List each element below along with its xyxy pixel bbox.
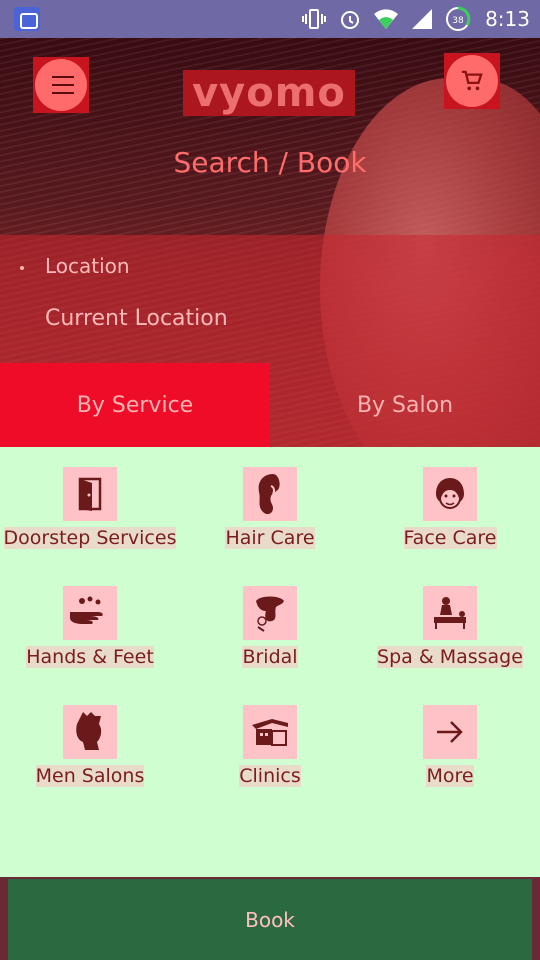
cell-signal-icon <box>409 6 435 32</box>
hamburger-icon <box>35 59 87 111</box>
wifi-icon <box>373 6 399 32</box>
clock: 8:13 <box>485 7 530 31</box>
cart-button[interactable] <box>444 53 500 109</box>
spa-massage-icon <box>423 586 477 640</box>
service-hands-feet[interactable]: Hands & Feet <box>0 566 180 685</box>
page-title: Search / Book <box>173 146 367 179</box>
service-grid: Doorstep Services Hair Care Face Care Ha… <box>0 447 540 877</box>
service-bridal[interactable]: Bridal <box>180 566 360 685</box>
service-spa-massage[interactable]: Spa & Massage <box>360 566 540 685</box>
battery-icon: 38 <box>445 6 471 32</box>
service-label: Face Care <box>403 527 497 549</box>
tab-by-service[interactable]: By Service <box>0 363 270 447</box>
service-label: Bridal <box>242 646 298 668</box>
alarm-icon <box>337 6 363 32</box>
arrow-right-icon <box>423 705 477 759</box>
service-face-care[interactable]: Face Care <box>360 447 540 566</box>
service-label: Clinics <box>239 765 301 787</box>
bullet-icon <box>20 266 24 270</box>
clinic-icon <box>243 705 297 759</box>
service-label: Doorstep Services <box>3 527 177 549</box>
service-label: More <box>426 765 474 787</box>
vibrate-icon <box>301 6 327 32</box>
hands-feet-icon <box>63 586 117 640</box>
cart-icon <box>446 55 498 107</box>
battery-level: 38 <box>452 16 464 26</box>
tab-by-salon[interactable]: By Salon <box>270 363 540 447</box>
menu-button[interactable] <box>33 57 89 113</box>
service-label: Men Salons <box>35 765 145 787</box>
book-button[interactable]: Book <box>0 877 540 960</box>
service-men-salons[interactable]: Men Salons <box>0 685 180 804</box>
hair-care-icon <box>243 467 297 521</box>
service-label: Hands & Feet <box>26 646 154 668</box>
service-doorstep[interactable]: Doorstep Services <box>0 447 180 566</box>
service-clinics[interactable]: Clinics <box>180 685 360 804</box>
face-care-icon <box>423 467 477 521</box>
service-hair-care[interactable]: Hair Care <box>180 447 360 566</box>
service-more[interactable]: More <box>360 685 540 804</box>
service-label: Spa & Massage <box>377 646 523 668</box>
service-label: Hair Care <box>225 527 315 549</box>
app-notification-icon <box>14 7 40 31</box>
bridal-icon <box>243 586 297 640</box>
door-icon <box>63 467 117 521</box>
location-label: Location <box>45 254 130 278</box>
status-bar: 38 8:13 <box>0 0 540 38</box>
hero-banner: vyomo Search / Book Location Current Loc… <box>0 38 540 447</box>
men-salon-icon <box>63 705 117 759</box>
location-input[interactable]: Current Location <box>45 306 228 331</box>
status-icons: 38 8:13 <box>301 0 530 38</box>
brand-logo: vyomo <box>183 70 355 116</box>
